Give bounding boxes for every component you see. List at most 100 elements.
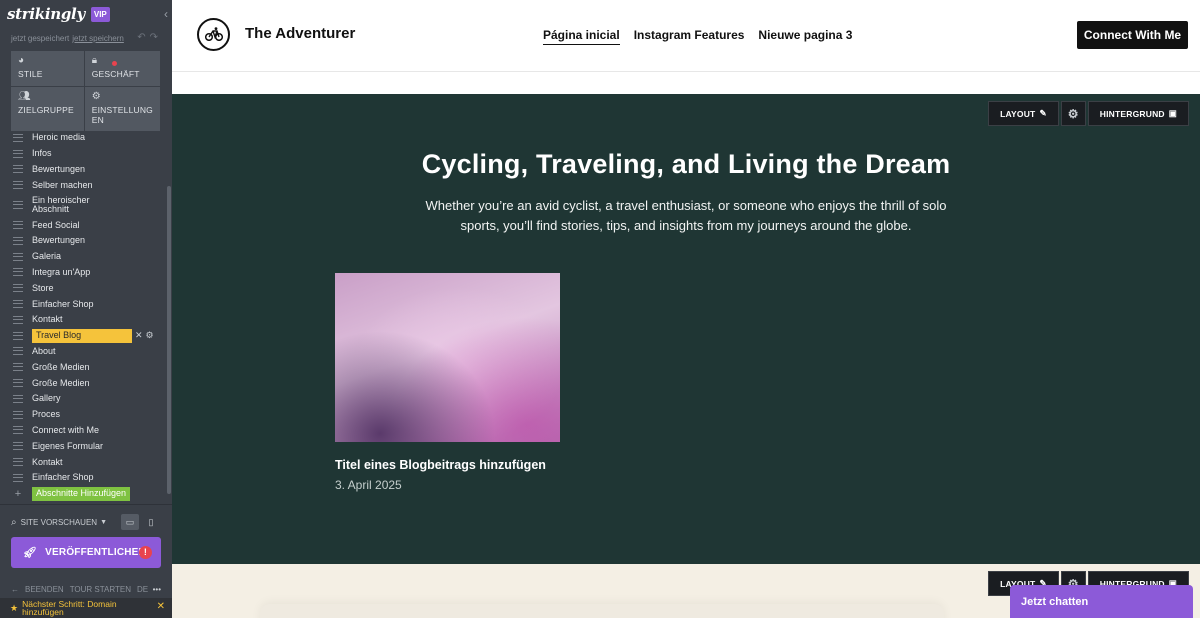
drag-handle-icon[interactable] <box>13 331 23 340</box>
section-item[interactable]: Infos <box>0 146 166 162</box>
chat-button[interactable]: Jetzt chatten <box>1010 585 1193 618</box>
section-item[interactable]: Bewertungen <box>0 162 166 178</box>
mobile-view-icon[interactable]: ▯ <box>142 514 160 530</box>
connect-button[interactable]: Connect With Me <box>1077 21 1188 49</box>
drag-handle-icon[interactable] <box>13 410 23 419</box>
section-item[interactable]: Connect with Me <box>0 423 166 439</box>
blog-post-title[interactable]: Titel eines Blogbeitrags hinzufügen <box>335 458 546 472</box>
next-section-card <box>260 604 944 618</box>
drag-handle-icon[interactable] <box>13 133 23 142</box>
redo-icon[interactable]: ↷ <box>150 32 162 43</box>
drag-handle-icon[interactable] <box>13 347 23 356</box>
next-step-banner[interactable]: ★ Nächster Schritt: Domain hinzufügen ✕ <box>0 598 172 618</box>
panel-settings-button[interactable]: ⚙ EINSTELLUNG EN <box>84 86 160 131</box>
save-status-row: jetzt gespeichert jetzt speichern ↶↷ <box>0 28 172 48</box>
blog-post-date: 3. April 2025 <box>335 478 402 492</box>
panel-audience-button[interactable]: 👥︎ ZIELGRUPPE <box>11 86 84 131</box>
drag-handle-icon[interactable] <box>13 201 23 210</box>
undo-icon[interactable]: ↶ <box>137 32 149 43</box>
layout-button[interactable]: LAYOUT ✎ <box>988 101 1059 126</box>
section-item[interactable]: Heroic media <box>0 130 166 146</box>
panel-styles-button[interactable]: ◕ STILE <box>11 51 84 86</box>
nav-item-instagram[interactable]: Instagram Features <box>634 28 745 45</box>
publish-button[interactable]: 🚀︎ VERÖFFENTLICHEN ! <box>11 537 161 568</box>
save-now-link[interactable]: jetzt speichern <box>72 34 124 43</box>
site-title[interactable]: The Adventurer <box>245 25 355 42</box>
drag-handle-icon[interactable] <box>13 315 23 324</box>
section-item[interactable]: Feed Social <box>0 217 166 233</box>
panel-store-button[interactable]: 🔒︎ GESCHÄFT <box>84 51 160 86</box>
image-icon: ▣ <box>1168 108 1177 118</box>
section-item[interactable]: Proces <box>0 407 166 423</box>
section-item[interactable]: About <box>0 344 166 360</box>
section-item[interactable]: Store <box>0 280 166 296</box>
site-nav: Página inicial Instagram Features Nieuwe… <box>543 28 852 45</box>
brand-logo: strikingly <box>7 5 85 23</box>
section-title[interactable]: Cycling, Traveling, and Living the Dream <box>172 149 1200 180</box>
section-item[interactable]: Galeria <box>0 249 166 265</box>
site-preview-row: ⌕ SITE VORSCHAUEN ▼ ▭ ▯ <box>0 504 172 540</box>
nav-item-new-page[interactable]: Nieuwe pagina 3 <box>758 28 852 45</box>
section-list-scrollbar[interactable] <box>167 186 171 494</box>
people-icon: 👥︎ <box>18 90 31 102</box>
back-arrow-icon: ← <box>11 585 19 594</box>
background-button[interactable]: HINTERGRUND ▣ <box>1087 101 1189 126</box>
section-item[interactable]: Eigenes Formular <box>0 438 166 454</box>
save-status: jetzt gespeichert <box>11 33 70 43</box>
blog-post-image[interactable] <box>335 273 560 442</box>
section-item[interactable]: Selber machen <box>0 177 166 193</box>
language-link[interactable]: DE <box>137 585 148 594</box>
chevron-down-icon: ▼ <box>100 519 108 526</box>
section-item[interactable]: Kontakt <box>0 454 166 470</box>
pencil-icon: ✎ <box>1039 108 1047 118</box>
plus-icon: + <box>14 487 22 500</box>
more-icon[interactable]: ••• <box>153 585 161 594</box>
quit-link[interactable]: BEENDEN <box>25 585 64 594</box>
warning-icon: ! <box>139 546 152 559</box>
section-item[interactable]: Einfacher Shop <box>0 296 166 312</box>
editor-sidebar: strikingly VIP ‹ jetzt gespeichert jetzt… <box>0 0 172 618</box>
star-icon: ★ <box>10 603 19 613</box>
section-item[interactable]: Große Medien <box>0 359 166 375</box>
drag-handle-icon[interactable] <box>13 473 23 482</box>
next-step-text: Nächster Schritt: Domain hinzufügen <box>22 599 117 617</box>
collapse-sidebar-icon[interactable]: ‹ <box>164 7 168 21</box>
bicycle-logo-icon[interactable] <box>197 18 230 51</box>
section-item[interactable]: Integra un'App <box>0 265 166 281</box>
drag-handle-icon[interactable] <box>13 268 23 277</box>
section-item-active[interactable]: Travel Blog ✕⚙ <box>0 328 166 344</box>
start-tour-link[interactable]: TOUR STARTEN <box>70 585 131 594</box>
section-item[interactable]: Bewertungen <box>0 233 166 249</box>
drag-handle-icon[interactable] <box>13 394 23 403</box>
notification-dot <box>111 61 117 66</box>
close-icon[interactable]: ✕ <box>157 602 165 612</box>
drag-handle-icon[interactable] <box>13 284 23 293</box>
drag-handle-icon[interactable] <box>13 221 23 230</box>
site-header: The Adventurer Página inicial Instagram … <box>172 0 1200 72</box>
drag-handle-icon[interactable] <box>13 458 23 467</box>
drag-handle-icon[interactable] <box>13 149 23 158</box>
desktop-view-icon[interactable]: ▭ <box>121 514 139 530</box>
section-item[interactable]: Gallery <box>0 391 166 407</box>
drag-handle-icon[interactable] <box>13 363 23 372</box>
section-gear-icon[interactable]: ⚙ <box>1060 101 1086 126</box>
section-item[interactable]: Kontakt <box>0 312 166 328</box>
section-item[interactable]: Einfacher Shop <box>0 470 166 486</box>
site-preview-dropdown[interactable]: SITE VORSCHAUEN <box>21 518 97 527</box>
delete-section-icon[interactable]: ✕ <box>135 330 146 340</box>
nav-item-home[interactable]: Página inicial <box>543 28 620 45</box>
drag-handle-icon[interactable] <box>13 252 23 261</box>
section-subtitle[interactable]: Whether you’re an avid cyclist, a travel… <box>422 196 950 236</box>
drag-handle-icon[interactable] <box>13 442 23 451</box>
drag-handle-icon[interactable] <box>13 165 23 174</box>
drag-handle-icon[interactable] <box>13 300 23 309</box>
section-item[interactable]: Ein heroischer Abschnitt <box>0 193 166 217</box>
drag-handle-icon[interactable] <box>13 181 23 190</box>
add-sections-button[interactable]: + Abschnitte Hinzufügen <box>0 486 166 502</box>
vip-badge: VIP <box>90 6 110 22</box>
section-settings-icon[interactable]: ⚙ <box>146 330 157 340</box>
drag-handle-icon[interactable] <box>13 236 23 245</box>
section-item[interactable]: Große Medien <box>0 375 166 391</box>
drag-handle-icon[interactable] <box>13 379 23 388</box>
drag-handle-icon[interactable] <box>13 426 23 435</box>
